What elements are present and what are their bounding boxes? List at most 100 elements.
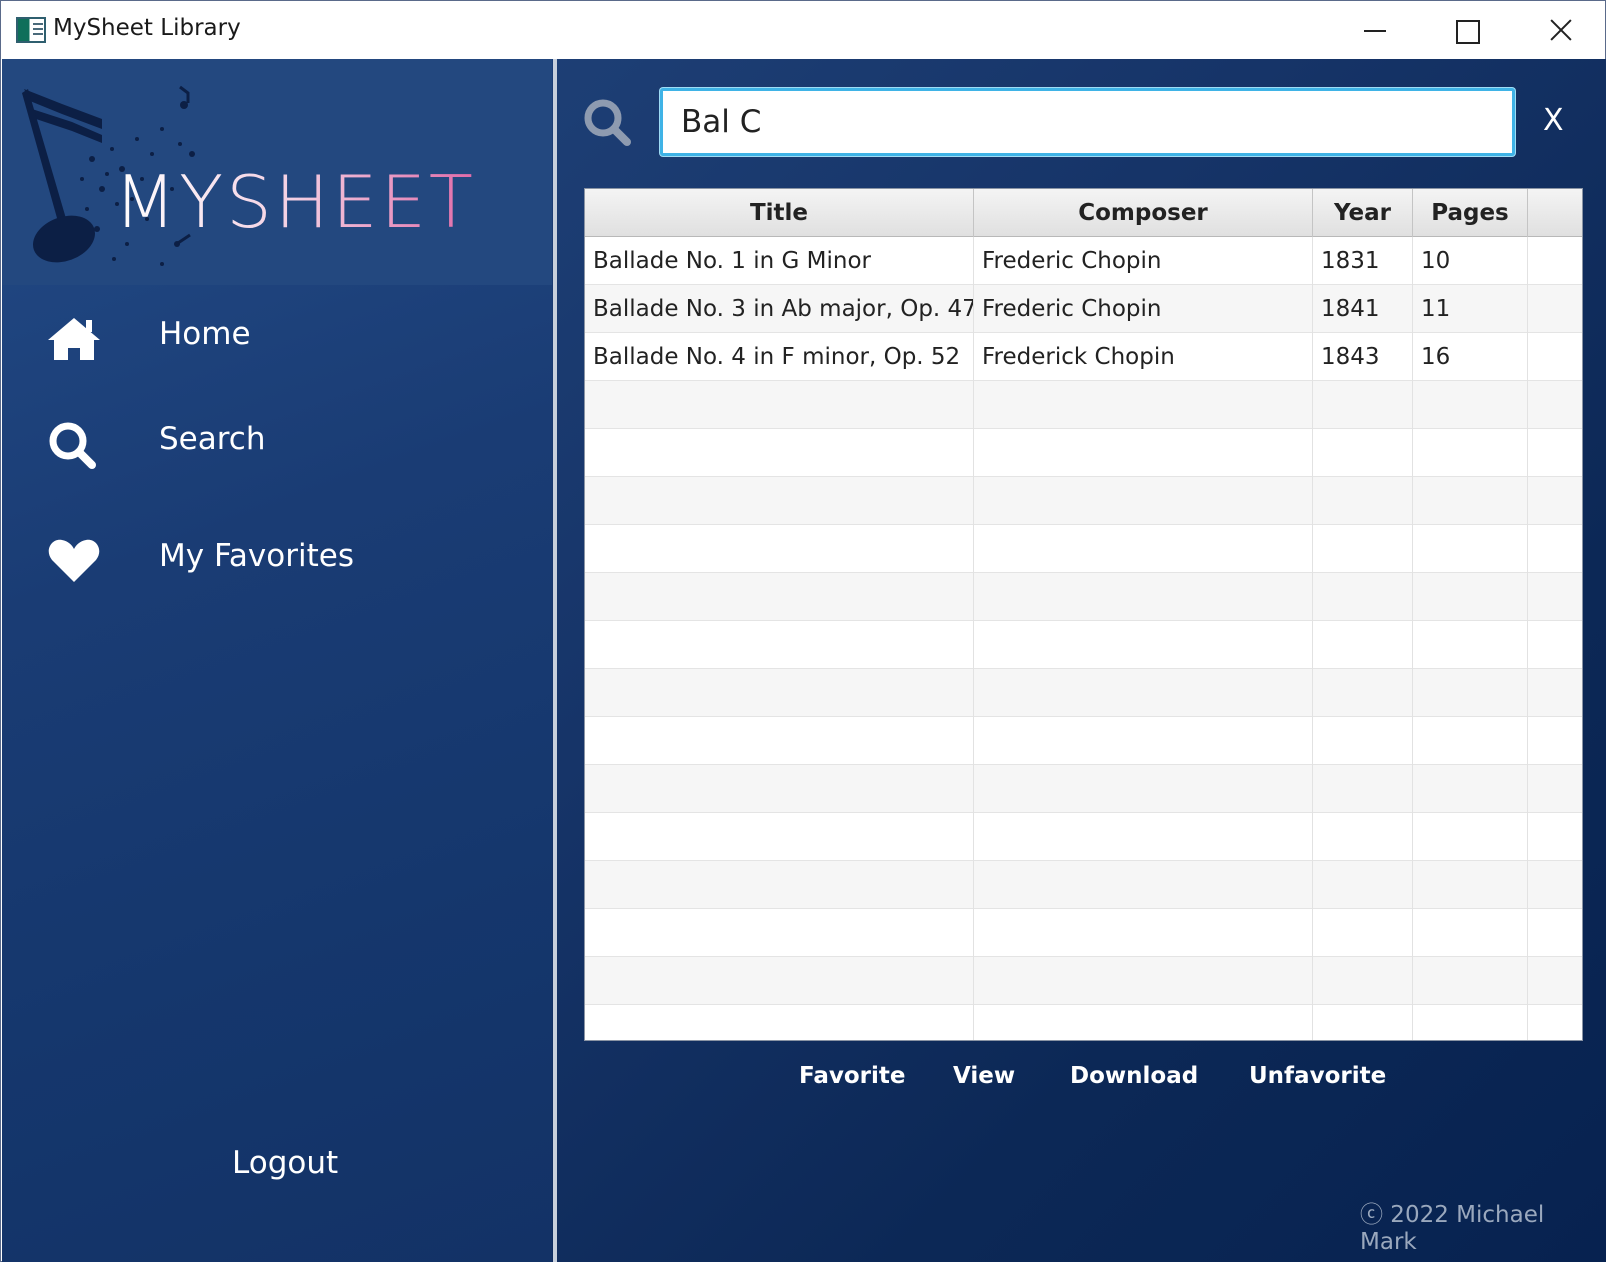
maximize-button[interactable] xyxy=(1421,1,1513,59)
column-header-pages[interactable]: Pages xyxy=(1413,189,1528,237)
table-row-empty xyxy=(585,573,1582,621)
empty-cell xyxy=(974,477,1313,525)
empty-cell xyxy=(1528,813,1582,861)
sidebar-item-label: Home xyxy=(159,316,251,352)
empty-cell xyxy=(585,525,974,573)
empty-cell xyxy=(1313,669,1413,717)
empty-cell xyxy=(1313,813,1413,861)
table-row[interactable]: Ballade No. 4 in F minor, Op. 52 Frederi… xyxy=(585,333,1582,381)
empty-cell xyxy=(1313,717,1413,765)
empty-cell xyxy=(1413,765,1528,813)
empty-cell xyxy=(585,861,974,909)
empty-cell xyxy=(1313,477,1413,525)
sidebar: MYSHEET Home Search My Favorites Logout xyxy=(2,59,552,1262)
window-title: MySheet Library xyxy=(53,15,241,41)
empty-cell xyxy=(585,477,974,525)
empty-cell xyxy=(1413,813,1528,861)
empty-cell xyxy=(1313,909,1413,957)
empty-cell xyxy=(974,717,1313,765)
search-icon xyxy=(49,422,96,469)
column-header-filler xyxy=(1528,189,1582,237)
favorite-button[interactable]: Favorite xyxy=(799,1063,906,1089)
empty-cell xyxy=(974,669,1313,717)
empty-cell xyxy=(974,765,1313,813)
copyright-text: ⓒ 2022 Michael Mark xyxy=(1360,1202,1545,1255)
cell-year: 1841 xyxy=(1313,285,1413,333)
cell-filler xyxy=(1528,237,1582,285)
empty-cell xyxy=(1528,573,1582,621)
empty-cell xyxy=(1413,909,1528,957)
table-row-empty xyxy=(585,621,1582,669)
empty-cell xyxy=(585,621,974,669)
sidebar-item-favorites[interactable]: My Favorites xyxy=(2,514,552,604)
table-row-empty xyxy=(585,1005,1582,1040)
cell-composer: Frederic Chopin xyxy=(974,237,1313,285)
app-window: MySheet Library MYSHEET Home Search My F… xyxy=(0,0,1606,1262)
table-row-empty xyxy=(585,813,1582,861)
empty-cell xyxy=(585,381,974,429)
empty-cell xyxy=(1528,1005,1582,1040)
empty-cell xyxy=(1528,957,1582,1005)
empty-cell xyxy=(1313,1005,1413,1040)
minimize-button[interactable] xyxy=(1329,1,1421,59)
empty-cell xyxy=(1528,429,1582,477)
empty-cell xyxy=(1528,765,1582,813)
table-row-empty xyxy=(585,669,1582,717)
empty-cell xyxy=(974,429,1313,477)
column-header-title[interactable]: Title xyxy=(585,189,974,237)
cell-pages: 16 xyxy=(1413,333,1528,381)
empty-cell xyxy=(1413,1005,1528,1040)
results-table[interactable]: Title Composer Year Pages Ballade No. 1 … xyxy=(584,188,1583,1041)
empty-cell xyxy=(1528,861,1582,909)
empty-cell xyxy=(1528,381,1582,429)
client-area: MYSHEET Home Search My Favorites Logout … xyxy=(2,59,1606,1262)
empty-cell xyxy=(1413,669,1528,717)
cell-year: 1831 xyxy=(1313,237,1413,285)
empty-cell xyxy=(585,957,974,1005)
empty-cell xyxy=(1413,717,1528,765)
cell-composer: Frederic Chopin xyxy=(974,285,1313,333)
empty-cell xyxy=(1528,525,1582,573)
empty-cell xyxy=(1528,477,1582,525)
download-button[interactable]: Download xyxy=(1070,1063,1198,1089)
empty-cell xyxy=(1313,765,1413,813)
mysheet-logo: MYSHEET xyxy=(2,59,552,285)
unfavorite-button[interactable]: Unfavorite xyxy=(1249,1063,1386,1089)
table-header: Title Composer Year Pages xyxy=(585,189,1582,237)
table-row[interactable]: Ballade No. 1 in G Minor Frederic Chopin… xyxy=(585,237,1582,285)
table-row[interactable]: Ballade No. 3 in Ab major, Op. 47 Freder… xyxy=(585,285,1582,333)
empty-cell xyxy=(1313,861,1413,909)
search-input[interactable] xyxy=(660,88,1515,156)
view-button[interactable]: View xyxy=(953,1063,1015,1089)
logout-button[interactable]: Logout xyxy=(232,1145,338,1181)
cell-year: 1843 xyxy=(1313,333,1413,381)
cell-pages: 11 xyxy=(1413,285,1528,333)
close-button[interactable] xyxy=(1513,1,1605,59)
table-row-empty xyxy=(585,381,1582,429)
sidebar-item-home[interactable]: Home xyxy=(2,292,552,382)
search-icon xyxy=(584,99,631,146)
cell-pages: 10 xyxy=(1413,237,1528,285)
empty-cell xyxy=(974,861,1313,909)
empty-cell xyxy=(1413,477,1528,525)
column-header-year[interactable]: Year xyxy=(1313,189,1413,237)
empty-cell xyxy=(585,429,974,477)
empty-cell xyxy=(585,717,974,765)
empty-cell xyxy=(585,909,974,957)
empty-cell xyxy=(974,381,1313,429)
table-row-empty xyxy=(585,525,1582,573)
table-row-empty xyxy=(585,477,1582,525)
clear-search-button[interactable]: X xyxy=(1543,103,1564,138)
empty-cell xyxy=(1313,573,1413,621)
column-header-composer[interactable]: Composer xyxy=(974,189,1313,237)
table-row-empty xyxy=(585,909,1582,957)
cell-title: Ballade No. 1 in G Minor xyxy=(585,237,974,285)
table-row-empty xyxy=(585,861,1582,909)
table-row-empty xyxy=(585,765,1582,813)
app-icon xyxy=(16,17,46,43)
home-icon xyxy=(48,318,100,360)
empty-cell xyxy=(1313,429,1413,477)
empty-cell xyxy=(974,573,1313,621)
sidebar-item-search[interactable]: Search xyxy=(2,397,552,487)
title-bar: MySheet Library xyxy=(1,1,1605,59)
